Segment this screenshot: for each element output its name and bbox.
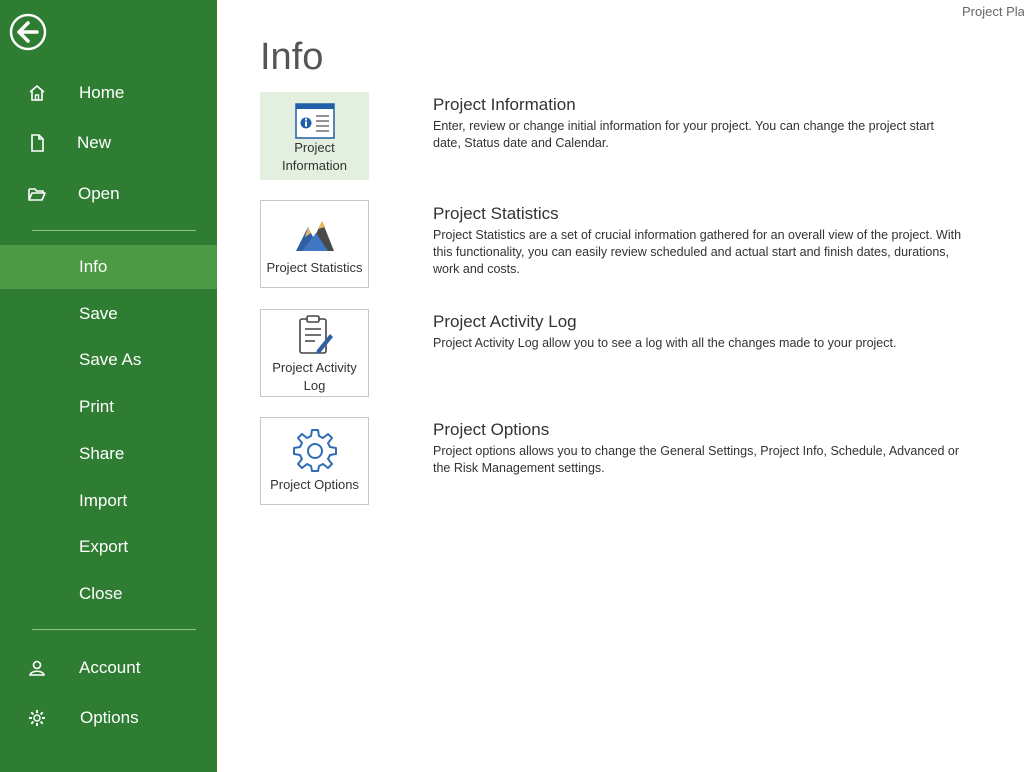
sidebar-item-label: New — [77, 133, 112, 152]
project-information-description: Project Information Enter, review or cha… — [433, 95, 993, 152]
folder-open-icon — [26, 183, 48, 205]
sidebar-item-label: Save As — [79, 350, 142, 369]
sidebar-divider — [32, 230, 196, 231]
sidebar-item-export[interactable]: Export — [0, 525, 217, 569]
section-text: Project options allows you to change the… — [433, 444, 960, 475]
tile-label: Project Information — [281, 140, 348, 173]
project-activity-log-description: Project Activity Log Project Activity Lo… — [433, 312, 993, 352]
sidebar-item-label: Export — [79, 537, 129, 556]
back-arrow-icon — [9, 13, 47, 51]
section-text: Project Statistics are a set of crucial … — [433, 228, 962, 276]
sidebar-item-label: Close — [79, 584, 123, 603]
section-heading[interactable]: Project Statistics — [433, 204, 993, 224]
window-title: Project Pla — [962, 4, 1024, 19]
sidebar-item-account[interactable]: Account — [0, 646, 217, 690]
sidebar-item-home[interactable]: Home — [0, 71, 217, 115]
tile-label: Project Options — [270, 477, 359, 492]
tile-label: Project Activity Log — [272, 360, 357, 393]
clipboard-pencil-icon — [261, 312, 368, 360]
home-icon — [26, 82, 48, 104]
project-options-description: Project Options Project options allows y… — [433, 420, 993, 477]
sidebar-item-import[interactable]: Import — [0, 479, 217, 523]
project-information-tile[interactable]: Project Information — [260, 92, 369, 180]
backstage-view: Home New Open Info Save Save As Print Sh… — [0, 0, 1024, 772]
back-button[interactable] — [8, 12, 48, 52]
sidebar-item-label: Save — [79, 304, 118, 323]
sidebar-item-print[interactable]: Print — [0, 385, 217, 429]
sidebar-item-label: Info — [79, 257, 108, 276]
section-heading[interactable]: Project Information — [433, 95, 993, 115]
sidebar-item-save-as[interactable]: Save As — [0, 338, 217, 382]
sidebar: Home New Open Info Save Save As Print Sh… — [0, 0, 217, 772]
sidebar-item-info[interactable]: Info — [0, 245, 217, 289]
tile-label: Project Statistics — [266, 260, 363, 275]
project-options-tile[interactable]: Project Options — [260, 417, 369, 505]
sidebar-item-label: Import — [79, 491, 128, 510]
project-statistics-description: Project Statistics Project Statistics ar… — [433, 204, 993, 278]
account-icon — [26, 657, 48, 679]
new-file-icon — [26, 132, 48, 154]
sidebar-item-save[interactable]: Save — [0, 292, 217, 336]
sidebar-item-share[interactable]: Share — [0, 432, 217, 476]
section-heading[interactable]: Project Options — [433, 420, 993, 440]
section-heading[interactable]: Project Activity Log — [433, 312, 993, 332]
sidebar-item-open[interactable]: Open — [0, 172, 217, 216]
sidebar-item-label: Open — [78, 184, 120, 203]
section-text: Enter, review or change initial informat… — [433, 119, 934, 150]
page-title: Info — [260, 36, 324, 78]
gear-icon — [26, 707, 48, 729]
sidebar-divider — [32, 629, 196, 630]
sidebar-item-new[interactable]: New — [0, 121, 217, 165]
sidebar-item-label: Account — [79, 658, 141, 677]
sidebar-item-close[interactable]: Close — [0, 572, 217, 616]
sidebar-item-options[interactable]: Options — [0, 696, 217, 740]
gear-icon — [261, 426, 368, 474]
project-information-icon — [261, 97, 368, 145]
project-statistics-tile[interactable]: Project Statistics — [260, 200, 369, 288]
project-activity-log-tile[interactable]: Project Activity Log — [260, 309, 369, 397]
sidebar-item-label: Print — [79, 397, 114, 416]
sidebar-item-label: Options — [80, 708, 139, 727]
section-text: Project Activity Log allow you to see a … — [433, 336, 897, 350]
sidebar-item-label: Share — [79, 444, 125, 463]
project-statistics-icon — [261, 209, 368, 257]
sidebar-item-label: Home — [79, 83, 125, 102]
